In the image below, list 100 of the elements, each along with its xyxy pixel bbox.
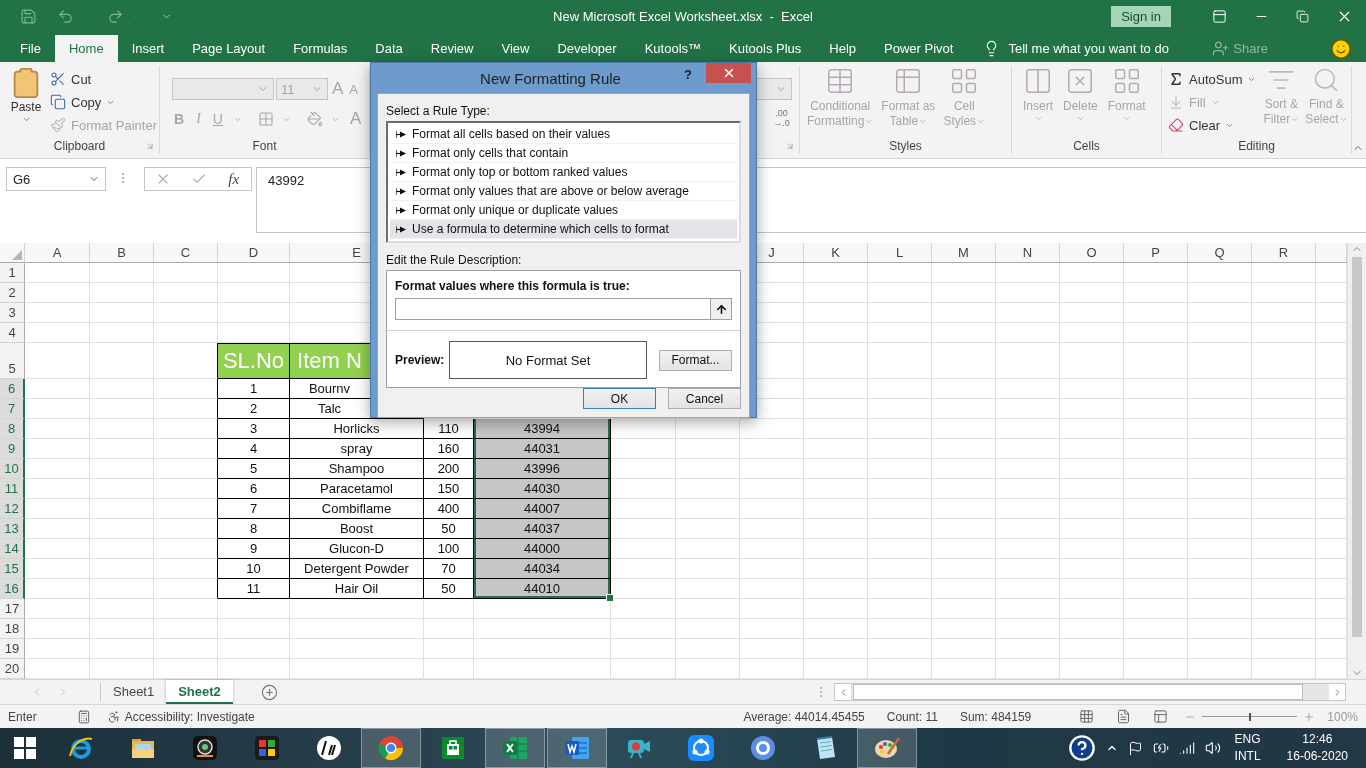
signal-icon[interactable]	[1178, 740, 1195, 756]
menu-tab[interactable]: Data	[361, 35, 417, 62]
scrollbar-thumb[interactable]	[853, 684, 1303, 700]
formula-input[interactable]	[395, 298, 710, 320]
tell-me-search[interactable]: Tell me what you want to do	[977, 35, 1175, 62]
page-layout-view-icon[interactable]	[1116, 709, 1132, 724]
menu-tab[interactable]: Insert	[117, 35, 179, 62]
menu-tab[interactable]: Page Layout	[178, 35, 280, 62]
rule-type-option[interactable]: Use a formula to determine which cells to format	[390, 220, 737, 239]
help-icon[interactable]	[1067, 734, 1096, 762]
dialog-button[interactable]: OK	[583, 388, 656, 409]
undo-icon[interactable]	[57, 7, 74, 25]
format-button[interactable]: Format...	[659, 349, 732, 371]
row-header[interactable]: 1	[0, 263, 25, 283]
row-header[interactable]: 5	[0, 343, 25, 379]
font-name-field[interactable]	[172, 78, 274, 100]
restore-icon[interactable]	[1296, 9, 1309, 23]
menu-tab[interactable]: File	[6, 35, 55, 62]
row-header[interactable]: 7	[0, 399, 25, 419]
sign-in-button[interactable]: Sign in	[1111, 5, 1171, 27]
row-header[interactable]: 15	[0, 559, 25, 579]
insert-function-button[interactable]: fx	[226, 170, 242, 188]
taskbar-app-button[interactable]	[857, 728, 917, 768]
paint-bucket-icon[interactable]	[306, 111, 323, 127]
collapse-dialog-button[interactable]	[710, 298, 732, 320]
row-header[interactable]: 16	[0, 579, 25, 599]
row-header[interactable]: 3	[0, 303, 25, 323]
clipboard-command[interactable]: Cut	[46, 68, 161, 90]
horizontal-scrollbar[interactable]	[834, 683, 1346, 701]
menu-tab[interactable]: Formulas	[279, 35, 362, 62]
dialog-button[interactable]: Cancel	[668, 388, 741, 409]
normal-view-icon[interactable]	[1079, 709, 1095, 724]
paste-button[interactable]: Paste	[6, 66, 46, 138]
sheet-cell	[154, 459, 218, 479]
row-header[interactable]: 4	[0, 323, 25, 343]
column-header[interactable]	[1316, 243, 1347, 263]
menu-tab[interactable]: Power Pivot	[870, 35, 968, 62]
dialog-launcher-icon[interactable]	[145, 141, 155, 151]
select-all-button[interactable]	[0, 243, 25, 263]
row-header[interactable]: 19	[0, 639, 25, 659]
menu-tab[interactable]: Home	[54, 35, 118, 62]
vertical-scrollbar[interactable]	[1347, 243, 1366, 679]
decrease-decimal-button[interactable]: .00 →.0	[764, 108, 799, 128]
volume-icon[interactable]	[1204, 740, 1221, 756]
battery-icon[interactable]	[1152, 740, 1169, 756]
smiley-icon[interactable]	[1330, 37, 1352, 60]
save-icon[interactable]	[20, 7, 37, 25]
dialog-launcher-icon[interactable]	[785, 141, 795, 151]
column-header[interactable]: K	[804, 243, 868, 263]
row-header[interactable]: 6	[0, 379, 25, 399]
column-header[interactable]: N	[996, 243, 1060, 263]
menu-tab[interactable]: Kutools Plus	[715, 35, 816, 62]
row-header[interactable]: 13	[0, 519, 25, 539]
accessibility-icon[interactable]	[106, 709, 121, 724]
row-header[interactable]: 17	[0, 599, 25, 619]
column-header[interactable]: M	[932, 243, 996, 263]
row-header[interactable]: 20	[0, 659, 25, 679]
slider-thumb[interactable]	[1248, 712, 1251, 721]
sheet-tab[interactable]: Sheet2	[166, 680, 233, 704]
language-indicator[interactable]: ENG INTL	[1230, 731, 1265, 765]
row-header[interactable]: 12	[0, 499, 25, 519]
ribbon-display-icon[interactable]	[1212, 8, 1227, 24]
sheet-cell	[1252, 439, 1316, 459]
column-header[interactable]: D	[218, 243, 290, 263]
column-header[interactable]: R	[1252, 243, 1316, 263]
menu-tab[interactable]: Review	[416, 35, 488, 62]
row-header[interactable]: 2	[0, 283, 25, 303]
redo-icon[interactable]	[107, 7, 124, 25]
column-header[interactable]: C	[154, 243, 218, 263]
column-header[interactable]: A	[25, 243, 90, 263]
sheet-tab[interactable]: Sheet1	[101, 680, 167, 704]
column-header[interactable]: B	[90, 243, 154, 263]
clock[interactable]: 12:46 16-06-2020	[1282, 731, 1352, 765]
column-header[interactable]: Q	[1188, 243, 1252, 263]
accessibility-status[interactable]: Accessibility: Investigate	[124, 709, 255, 724]
menu-tab[interactable]: Developer	[543, 35, 631, 62]
editing-command[interactable]: AutoSum	[1164, 68, 1261, 90]
add-sheet-icon[interactable]	[260, 683, 278, 701]
flag-icon[interactable]	[1127, 740, 1143, 756]
row-header[interactable]: 8	[0, 419, 25, 439]
close-button[interactable]	[706, 63, 751, 83]
fill-handle[interactable]	[606, 594, 614, 602]
editing-command[interactable]: Clear	[1164, 114, 1261, 136]
page-break-view-icon[interactable]	[1153, 709, 1169, 724]
menu-tab[interactable]: Help	[815, 35, 871, 62]
column-header[interactable]: O	[1060, 243, 1124, 263]
scrollbar-thumb[interactable]	[1352, 257, 1362, 637]
row-header[interactable]: 18	[0, 619, 25, 639]
row-header[interactable]: 9	[0, 439, 25, 459]
menu-tab[interactable]: View	[487, 35, 544, 62]
column-header[interactable]: L	[868, 243, 932, 263]
help-button[interactable]: ?	[684, 67, 692, 82]
sheet-cell	[90, 559, 154, 579]
clipboard-command[interactable]: Copy	[46, 91, 161, 113]
name-box[interactable]: G6	[6, 167, 106, 191]
column-header[interactable]: P	[1124, 243, 1188, 263]
row-header[interactable]: 11	[0, 479, 25, 499]
row-header[interactable]: 14	[0, 539, 25, 559]
menu-tab[interactable]: Kutools™	[630, 35, 716, 62]
row-header[interactable]: 10	[0, 459, 25, 479]
